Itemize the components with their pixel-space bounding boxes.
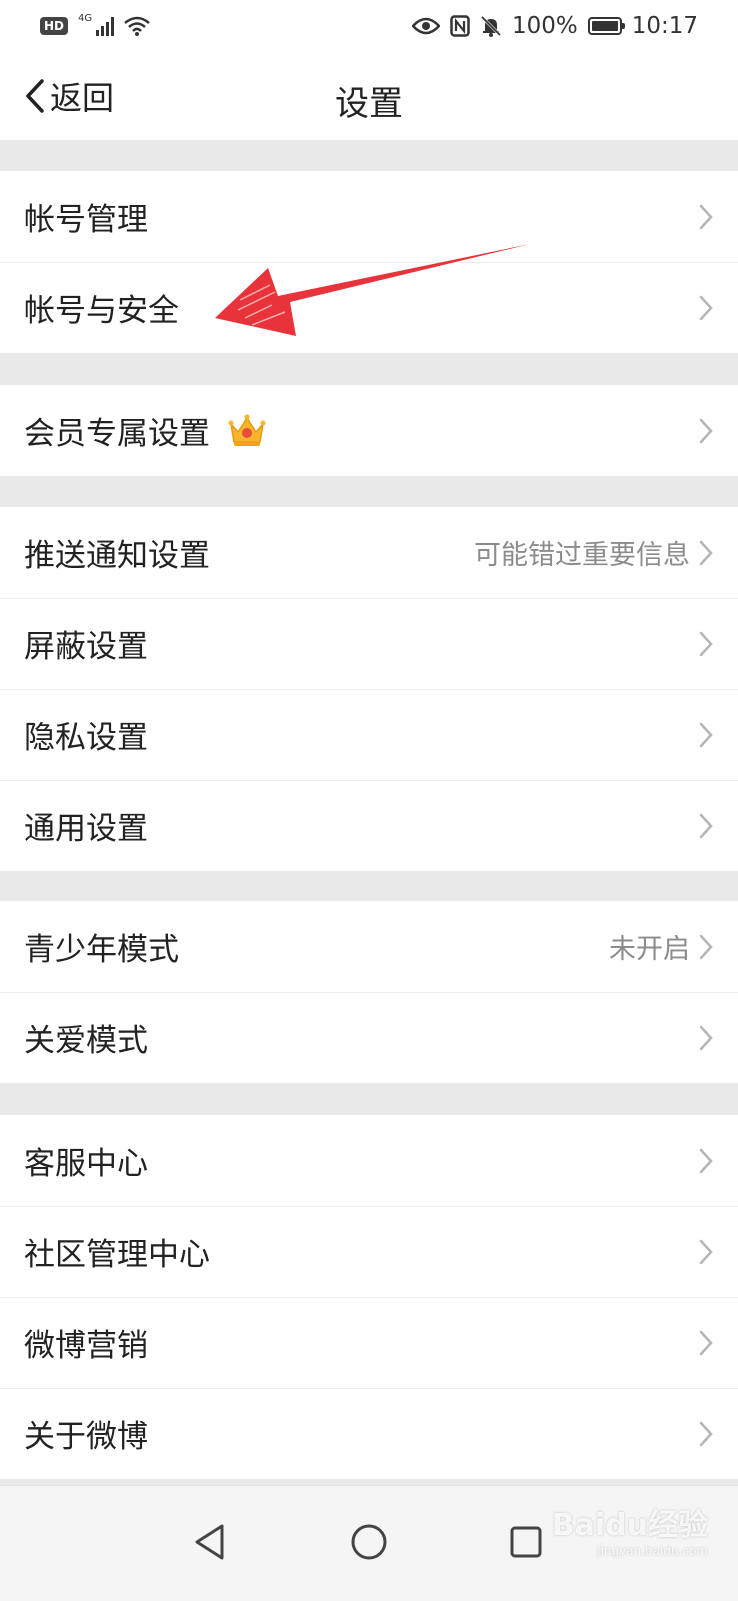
clock: 10:17	[631, 13, 698, 39]
row-weibo-marketing[interactable]: 微博营销	[0, 1297, 738, 1388]
row-customer-service[interactable]: 客服中心	[0, 1115, 738, 1206]
row-account-management[interactable]: 帐号管理	[0, 171, 738, 262]
row-label: 推送通知设置	[24, 538, 210, 574]
eye-icon	[411, 17, 440, 35]
chevron-right-icon	[699, 204, 713, 229]
settings-group-general: 推送通知设置 可能错过重要信息 屏蔽设置 隐私设置 通用设置	[0, 507, 738, 871]
row-label: 微博营销	[24, 1328, 148, 1364]
row-teen-mode[interactable]: 青少年模式 未开启	[0, 901, 738, 992]
hd-icon: HD	[40, 17, 69, 35]
chevron-right-icon	[699, 295, 713, 320]
chevron-right-icon	[699, 934, 713, 959]
row-general-settings[interactable]: 通用设置	[0, 780, 738, 871]
row-label: 屏蔽设置	[24, 629, 148, 665]
row-account-security[interactable]: 帐号与安全	[0, 262, 738, 353]
chevron-right-icon	[699, 1148, 713, 1173]
back-triangle-icon[interactable]	[192, 1522, 226, 1562]
home-circle-icon[interactable]	[349, 1522, 389, 1562]
row-vip-settings[interactable]: 会员专属设置	[0, 385, 738, 476]
row-care-mode[interactable]: 关爱模式	[0, 992, 738, 1083]
row-label: 关于微博	[24, 1419, 148, 1455]
watermark-url: jingyan.baidu.com	[597, 1544, 708, 1558]
chevron-right-icon	[699, 631, 713, 656]
row-hint: 未开启	[609, 934, 690, 965]
chevron-right-icon	[699, 1421, 713, 1446]
status-right: 100% 10:17	[411, 13, 698, 39]
row-label: 帐号与安全	[24, 293, 179, 329]
row-label: 隐私设置	[24, 720, 148, 756]
chevron-right-icon	[699, 418, 713, 443]
row-label: 青少年模式	[24, 932, 179, 968]
crown-icon	[228, 414, 266, 446]
row-community-center[interactable]: 社区管理中心	[0, 1206, 738, 1297]
chevron-right-icon	[699, 722, 713, 747]
row-label: 帐号管理	[24, 202, 148, 238]
battery-percent: 100%	[511, 13, 578, 39]
row-label: 会员专属设置	[24, 416, 210, 452]
settings-group-account: 帐号管理 帐号与安全	[0, 171, 738, 353]
chevron-right-icon	[699, 540, 713, 565]
battery-icon	[587, 17, 625, 35]
chevron-right-icon	[699, 1025, 713, 1050]
chevron-right-icon	[699, 1239, 713, 1264]
row-push-notifications[interactable]: 推送通知设置 可能错过重要信息	[0, 507, 738, 598]
settings-group-modes: 青少年模式 未开启 关爱模式	[0, 901, 738, 1083]
row-label: 关爱模式	[24, 1023, 148, 1059]
status-left: HD 4G	[40, 12, 150, 36]
nfc-icon	[450, 15, 470, 37]
row-about-weibo[interactable]: 关于微博	[0, 1388, 738, 1479]
chevron-right-icon	[699, 813, 713, 838]
settings-group-support: 客服中心 社区管理中心 微博营销 关于微博	[0, 1115, 738, 1479]
page-title: 设置	[335, 84, 403, 124]
row-block-settings[interactable]: 屏蔽设置	[0, 598, 738, 689]
nav-bar: 返回 设置	[0, 52, 738, 140]
settings-group-vip: 会员专属设置	[0, 385, 738, 476]
wifi-icon	[124, 16, 150, 36]
row-label: 社区管理中心	[24, 1237, 210, 1273]
recents-square-icon[interactable]	[508, 1522, 544, 1562]
row-privacy-settings[interactable]: 隐私设置	[0, 689, 738, 780]
row-label: 客服中心	[24, 1146, 148, 1182]
row-hint: 可能错过重要信息	[474, 540, 690, 571]
watermark-brand: Baidu经验	[551, 1508, 708, 1543]
network-type: 4G	[78, 12, 93, 24]
status-bar: HD 4G 100% 10:17	[0, 0, 738, 52]
watermark: Baidu经验 jingyan.baidu.com	[552, 1500, 708, 1558]
row-label: 通用设置	[24, 811, 148, 847]
mute-bell-icon	[480, 15, 501, 37]
signal-icon	[96, 16, 115, 36]
chevron-right-icon	[699, 1330, 713, 1355]
